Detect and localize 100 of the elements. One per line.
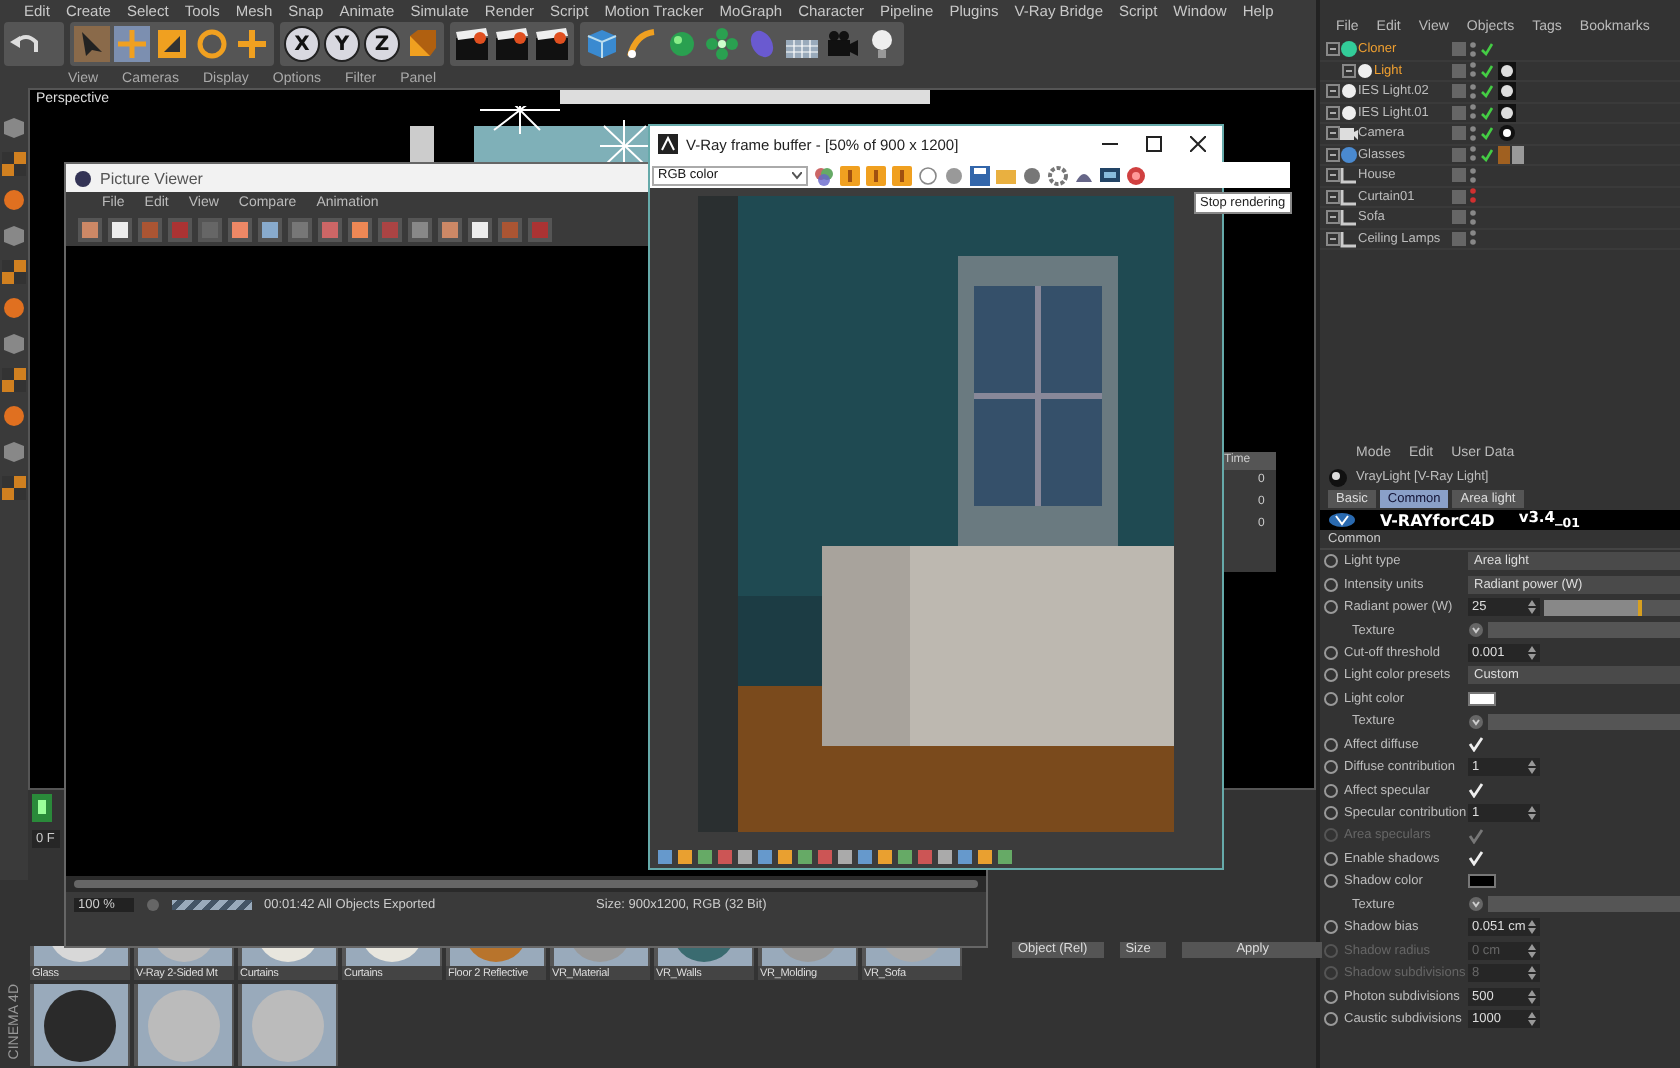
camera-icon xyxy=(1340,124,1358,143)
sphere-icon[interactable] xyxy=(1022,165,1042,185)
cube-icon[interactable] xyxy=(2,332,26,356)
animation-dot-icon[interactable] xyxy=(1324,920,1338,935)
axis-lock-button[interactable]: Y xyxy=(324,26,360,62)
viewer-tool-icon[interactable] xyxy=(438,218,462,242)
banner-title: V-RAYforC4D xyxy=(1380,511,1495,529)
layer-square-icon xyxy=(1452,147,1466,162)
expand-toggle-icon[interactable] xyxy=(1342,63,1356,78)
animation-dot-icon[interactable] xyxy=(1324,874,1338,889)
sphere-icon[interactable] xyxy=(2,404,26,428)
sphere-icon[interactable] xyxy=(2,296,26,320)
expand-toggle-icon[interactable] xyxy=(1326,231,1340,246)
palette-icon[interactable] xyxy=(814,165,834,185)
expand-toggle-icon[interactable] xyxy=(1326,210,1340,225)
spinner-icon[interactable] xyxy=(1528,1011,1536,1026)
checker-icon[interactable] xyxy=(2,152,26,176)
enabled-check-icon[interactable] xyxy=(1480,63,1494,78)
animation-dot-icon[interactable] xyxy=(1324,600,1338,615)
axis-lock-button[interactable]: X xyxy=(284,26,320,62)
animation-dot-icon[interactable] xyxy=(1324,989,1338,1004)
rotate-icon[interactable] xyxy=(194,26,230,62)
monitor-icon[interactable] xyxy=(1100,165,1120,185)
caret-icon xyxy=(792,171,802,179)
plus-icon[interactable] xyxy=(234,26,270,62)
cursor-icon[interactable] xyxy=(74,26,110,62)
keyframe-icon[interactable] xyxy=(32,794,52,822)
checker-icon[interactable] xyxy=(2,368,26,392)
spinner-icon[interactable] xyxy=(1528,645,1536,660)
cube-icon[interactable] xyxy=(2,224,26,248)
color-swatch[interactable] xyxy=(1468,874,1496,889)
layer-square-icon xyxy=(1452,105,1466,120)
enabled-check-icon[interactable] xyxy=(1480,126,1494,141)
viewer-tool-icon[interactable] xyxy=(108,218,132,242)
enabled-check-icon[interactable] xyxy=(1480,42,1494,57)
clapperboard-icon[interactable] xyxy=(454,26,490,62)
animation-dot-icon[interactable] xyxy=(1324,760,1338,775)
layer-square-icon xyxy=(1452,210,1466,225)
save-icon[interactable] xyxy=(970,165,990,185)
checker-icon[interactable] xyxy=(2,476,26,500)
expand-toggle-icon[interactable] xyxy=(1326,168,1340,183)
clapperboard-icon[interactable] xyxy=(494,26,530,62)
animation-dot-icon[interactable] xyxy=(1324,577,1338,592)
animation-dot-icon[interactable] xyxy=(1324,783,1338,798)
layer-square-icon xyxy=(1452,42,1466,57)
viewer-tool-icon[interactable] xyxy=(258,218,282,242)
coordinate-cube-icon[interactable] xyxy=(404,26,440,62)
texture-menu-icon[interactable] xyxy=(1468,713,1484,730)
expand-toggle-icon[interactable] xyxy=(1326,84,1340,99)
animation-dot-icon[interactable] xyxy=(1324,554,1338,569)
spinner-icon[interactable] xyxy=(1528,806,1536,821)
expand-toggle-icon[interactable] xyxy=(1326,189,1340,204)
close-icon[interactable] xyxy=(1190,136,1206,152)
expand-toggle-icon[interactable] xyxy=(1326,147,1340,162)
stop-render-icon[interactable] xyxy=(1126,165,1146,185)
enabled-check-icon[interactable] xyxy=(1480,147,1494,162)
animation-dot-icon[interactable] xyxy=(1324,851,1338,866)
light-object-icon xyxy=(1328,467,1348,487)
expand-toggle-icon[interactable] xyxy=(1326,105,1340,120)
axis-lock-button[interactable]: Z xyxy=(364,26,400,62)
expand-toggle-icon[interactable] xyxy=(1326,42,1340,57)
clapperboard-icon[interactable] xyxy=(534,26,570,62)
pen-icon[interactable] xyxy=(624,26,660,62)
enabled-check-icon[interactable] xyxy=(1480,84,1494,99)
gear-icon[interactable] xyxy=(1048,165,1068,185)
animation-dot-icon[interactable] xyxy=(1324,1011,1338,1026)
layer-square-icon xyxy=(1452,168,1466,183)
checker-icon[interactable] xyxy=(2,260,26,284)
flower-icon[interactable] xyxy=(704,26,740,62)
cube-icon[interactable] xyxy=(2,440,26,464)
viewer-tool-icon[interactable] xyxy=(228,218,252,242)
texture-menu-icon[interactable] xyxy=(1468,622,1484,639)
sphere-icon[interactable] xyxy=(2,188,26,212)
camera-icon[interactable] xyxy=(824,26,860,62)
light-tag-icon xyxy=(1498,82,1516,101)
slider-track[interactable] xyxy=(1544,599,1680,616)
viewer-tool-icon[interactable] xyxy=(78,218,102,242)
horizontal-scrollbar[interactable] xyxy=(66,876,986,892)
spinner-icon[interactable] xyxy=(1528,600,1536,615)
texture-menu-icon[interactable] xyxy=(1468,896,1484,913)
cube-icon[interactable] xyxy=(2,116,26,140)
animation-dot-icon[interactable] xyxy=(1324,737,1338,752)
maximize-icon[interactable] xyxy=(1146,136,1162,152)
expand-toggle-icon[interactable] xyxy=(1326,126,1340,141)
viewer-tool-icon[interactable] xyxy=(348,218,372,242)
animation-dot-icon[interactable] xyxy=(1324,806,1338,821)
animation-dot-icon[interactable] xyxy=(1324,645,1338,660)
sphere-cluster-icon[interactable] xyxy=(664,26,700,62)
spinner-icon[interactable] xyxy=(1528,760,1536,775)
animation-dot-icon[interactable] xyxy=(1324,691,1338,706)
target-tag-icon xyxy=(1498,124,1516,143)
enabled-check-icon[interactable] xyxy=(1480,105,1494,120)
scale-icon[interactable] xyxy=(154,26,190,62)
animation-dot-icon[interactable] xyxy=(1324,668,1338,683)
cube-icon[interactable] xyxy=(584,26,620,62)
viewer-tool-icon[interactable] xyxy=(468,218,492,242)
color-swatch[interactable] xyxy=(1468,691,1496,706)
spinner-icon[interactable] xyxy=(1528,989,1536,1004)
spinner-icon[interactable] xyxy=(1528,920,1536,935)
layer-square-icon xyxy=(1452,231,1466,246)
